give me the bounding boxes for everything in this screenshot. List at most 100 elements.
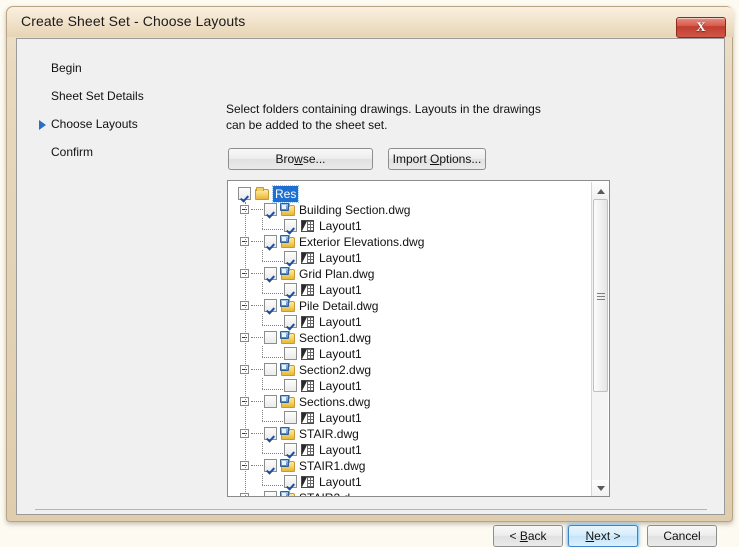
tree-dwg-row[interactable]: Building Section.dwg — [229, 202, 593, 218]
layouts-tree-view[interactable]: Res Building Section.dwg Layout1 Exterior E… — [227, 180, 610, 497]
tree-dwg-row[interactable]: Grid Plan.dwg — [229, 266, 593, 282]
tree-item-label[interactable]: Layout1 — [319, 442, 362, 458]
tree-item-checkbox[interactable] — [238, 187, 251, 200]
tree-item-label[interactable]: Layout1 — [319, 314, 362, 330]
tree-item-checkbox[interactable] — [264, 491, 277, 496]
layout-icon — [300, 219, 316, 233]
scroll-down-button[interactable] — [592, 480, 609, 496]
tree-layout-row[interactable]: Layout1 — [229, 346, 593, 362]
tree-item-checkbox[interactable] — [264, 235, 277, 248]
back-button[interactable]: < Back — [493, 525, 563, 547]
tree-item-label[interactable]: Layout1 — [319, 410, 362, 426]
tree-item-checkbox[interactable] — [264, 363, 277, 376]
next-label-mnemonic: N — [585, 529, 595, 543]
tree-dwg-row[interactable]: Exterior Elevations.dwg — [229, 234, 593, 250]
tree-item-checkbox[interactable] — [264, 395, 277, 408]
tree-connector-line — [251, 369, 263, 371]
scrollbar-thumb[interactable] — [593, 199, 608, 392]
tree-item-label[interactable]: Section1.dwg — [299, 330, 371, 346]
tree-layout-row[interactable]: Layout1 — [229, 378, 593, 394]
tree-dwg-row[interactable]: Section2.dwg — [229, 362, 593, 378]
nav-item-sheet-set-details: Sheet Set Details — [51, 89, 144, 103]
nav-current-arrow-icon — [39, 120, 46, 130]
tree-dwg-row[interactable]: Sections.dwg — [229, 394, 593, 410]
back-label-pre: < — [509, 529, 520, 543]
tree-item-label[interactable]: Layout1 — [319, 282, 362, 298]
tree-item-label[interactable]: Exterior Elevations.dwg — [299, 234, 424, 250]
tree-item-label[interactable]: Res — [271, 185, 300, 203]
tree-item-checkbox[interactable] — [284, 475, 297, 488]
back-label-post: ack — [527, 529, 547, 543]
dialog-window: Create Sheet Set - Choose Layouts X Begi… — [6, 6, 734, 547]
tree-vertical-scrollbar[interactable] — [591, 182, 609, 496]
tree-item-checkbox[interactable] — [284, 251, 297, 264]
dwg-folder-icon — [280, 203, 296, 217]
tree-item-checkbox[interactable] — [284, 443, 297, 456]
tree-connector-line — [262, 325, 283, 327]
tree-dwg-row[interactable]: STAIR2.d — [229, 490, 593, 496]
scroll-down-arrow-icon — [597, 486, 605, 491]
scroll-up-button[interactable] — [592, 182, 609, 199]
tree-layout-row[interactable]: Layout1 — [229, 282, 593, 298]
window-title: Create Sheet Set - Choose Layouts — [21, 13, 246, 29]
tree-item-checkbox[interactable] — [264, 459, 277, 472]
tree-item-label[interactable]: Layout1 — [319, 474, 362, 490]
tree-item-label[interactable]: Section2.dwg — [299, 362, 371, 378]
tree-item-checkbox[interactable] — [264, 203, 277, 216]
tree-item-checkbox[interactable] — [284, 315, 297, 328]
tree-rows-container: Res Building Section.dwg Layout1 Exterior E… — [229, 182, 593, 496]
tree-root-row[interactable]: Res — [229, 185, 593, 203]
footer-separator — [35, 509, 707, 510]
tree-dwg-row[interactable]: Section1.dwg — [229, 330, 593, 346]
tree-connector-line — [251, 401, 263, 403]
tree-item-checkbox[interactable] — [264, 331, 277, 344]
tree-connector-line — [262, 485, 283, 487]
tree-layout-row[interactable]: Layout1 — [229, 314, 593, 330]
tree-layout-row[interactable]: Layout1 — [229, 250, 593, 266]
tree-item-label[interactable]: Layout1 — [319, 250, 362, 266]
tree-item-checkbox[interactable] — [284, 379, 297, 392]
cancel-button[interactable]: Cancel — [647, 525, 717, 547]
title-bar[interactable]: Create Sheet Set - Choose Layouts X — [7, 7, 734, 38]
import-label-post: ptions... — [439, 152, 482, 166]
tree-item-checkbox[interactable] — [284, 411, 297, 424]
tree-layout-row[interactable]: Layout1 — [229, 410, 593, 426]
import-options-button[interactable]: Import Options... — [388, 148, 486, 170]
tree-item-label[interactable]: STAIR.dwg — [299, 426, 359, 442]
tree-connector-line — [251, 433, 263, 435]
next-button[interactable]: Next > — [568, 525, 638, 547]
layout-icon — [300, 315, 316, 329]
tree-item-label[interactable]: STAIR1.dwg — [299, 458, 365, 474]
tree-dwg-row[interactable]: Pile Detail.dwg — [229, 298, 593, 314]
tree-item-label[interactable]: Building Section.dwg — [299, 202, 410, 218]
tree-item-checkbox[interactable] — [284, 347, 297, 360]
tree-item-label[interactable]: Pile Detail.dwg — [299, 298, 378, 314]
tree-item-label[interactable]: Layout1 — [319, 218, 362, 234]
cancel-label-pre: Cancel — [663, 529, 701, 543]
tree-item-label[interactable]: STAIR2.d — [299, 490, 350, 496]
tree-layout-row[interactable]: Layout1 — [229, 218, 593, 234]
import-label-mnemonic: O — [429, 152, 440, 166]
layout-icon — [300, 379, 316, 393]
back-label-mnemonic: B — [519, 529, 528, 543]
tree-connector-line — [251, 241, 263, 243]
tree-item-checkbox[interactable] — [264, 427, 277, 440]
tree-item-checkbox[interactable] — [264, 267, 277, 280]
tree-dwg-row[interactable]: STAIR1.dwg — [229, 458, 593, 474]
tree-item-label[interactable]: Grid Plan.dwg — [299, 266, 374, 282]
tree-item-checkbox[interactable] — [264, 299, 277, 312]
tree-item-checkbox[interactable] — [284, 283, 297, 296]
nav-item-confirm: Confirm — [51, 145, 94, 159]
tree-item-label[interactable]: Layout1 — [319, 346, 362, 362]
tree-item-checkbox[interactable] — [284, 219, 297, 232]
tree-connector-line — [262, 218, 264, 229]
browse-label-post: se... — [302, 152, 326, 166]
tree-connector-line — [262, 389, 283, 391]
tree-layout-row[interactable]: Layout1 — [229, 474, 593, 490]
tree-layout-row[interactable]: Layout1 — [229, 442, 593, 458]
tree-item-label[interactable]: Layout1 — [319, 378, 362, 394]
close-button[interactable]: X — [676, 17, 726, 38]
tree-item-label[interactable]: Sections.dwg — [299, 394, 370, 410]
tree-dwg-row[interactable]: STAIR.dwg — [229, 426, 593, 442]
browse-button[interactable]: Browse... — [228, 148, 373, 170]
